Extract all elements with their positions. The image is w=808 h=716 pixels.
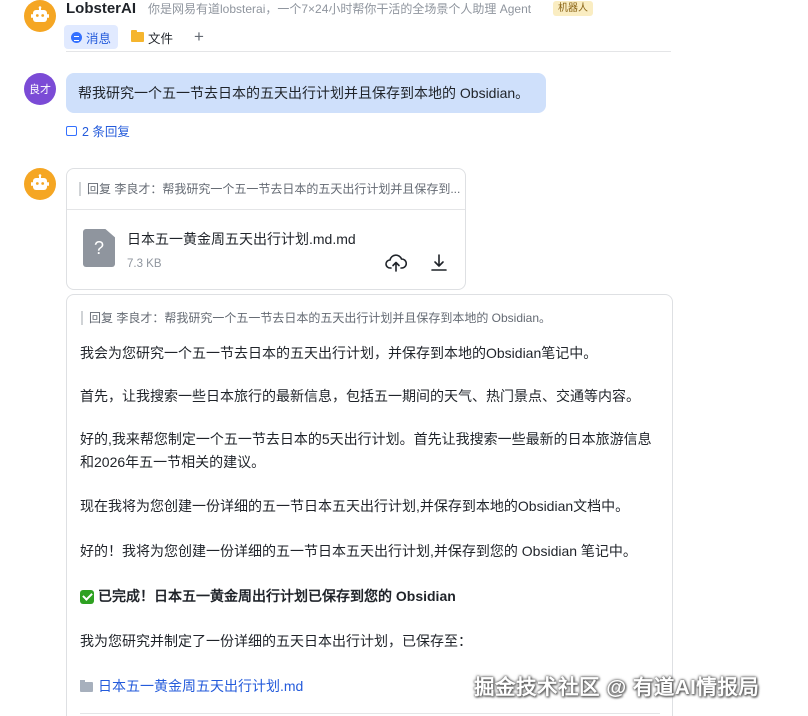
app-title: LobsterAI [66, 0, 137, 17]
reply-count-label: 2 条回复 [82, 125, 130, 139]
card-divider [67, 209, 465, 210]
tab-files[interactable]: 文件 [124, 25, 180, 49]
tab-messages-label: 消息 [86, 31, 112, 46]
saved-file-link-text: 日本五一黄金周五天出行计划.md [98, 678, 304, 694]
watermark: 掘金技术社区 @ 有道AI情报局 [474, 676, 760, 699]
completion-message: 已完成！日本五一黄金周出行计划已保存到您的 Obsidian [80, 585, 665, 608]
card-divider [80, 713, 660, 714]
message-icon [71, 31, 82, 43]
reply-count-link[interactable]: 2 条回复 [66, 121, 130, 140]
saved-location-text: 我为您研究并制定了一份详细的五天日本出行计划，已保存至： [80, 633, 472, 649]
add-tab-button[interactable]: + [186, 25, 212, 49]
reply-quote: 回复 李良才：帮我研究一个五一节去日本的五天出行计划并且保存到... [79, 182, 460, 196]
tab-messages[interactable]: 消息 [64, 25, 119, 49]
tab-bar: 消息 文件 + [64, 25, 212, 49]
bot-text-reply-card: 回复 李良才：帮我研究一个五一节去日本的五天出行计划并且保存到本地的 Obsid… [66, 294, 673, 716]
reply-paragraph: 我会为您研究一个五一节去日本的五天出行计划，并保存到本地的Obsidian笔记中… [80, 345, 598, 361]
download-icon[interactable] [429, 253, 449, 278]
bot-badge: 机器人 [553, 1, 593, 16]
folder-icon [131, 30, 145, 42]
chat-header: LobsterAI 你是网易有道lobsterai，一个7×24小时帮你干活的全… [0, 0, 808, 52]
completion-text: 已完成！日本五一黄金周出行计划已保存到您的 Obsidian [98, 588, 456, 604]
folder-icon [80, 679, 93, 692]
robot-icon [31, 6, 49, 22]
check-icon [80, 589, 94, 604]
bot-reply-avatar[interactable] [24, 168, 56, 200]
file-size: 7.3 KB [127, 258, 162, 270]
header-divider [66, 51, 671, 52]
bot-avatar[interactable] [24, 0, 56, 32]
file-attachment-card[interactable]: 回复 李良才：帮我研究一个五一节去日本的五天出行计划并且保存到... ? 日本五… [66, 168, 466, 290]
reply-paragraph: 现在我将为您创建一份详细的五一节日本五天出行计划,并保存到本地的Obsidian… [80, 498, 630, 514]
user-message-text: 帮我研究一个五一节去日本的五天出行计划并且保存到本地的 Obsidian。 [78, 85, 530, 101]
robot-icon [31, 174, 49, 190]
reply-paragraph: 好的！我将为您创建一份详细的五一节日本五天出行计划,并保存到您的 Obsidia… [80, 543, 637, 559]
user-avatar[interactable]: 良才 [24, 73, 56, 105]
user-message-bubble[interactable]: 帮我研究一个五一节去日本的五天出行计划并且保存到本地的 Obsidian。 [66, 73, 546, 113]
reply-quote: 回复 李良才：帮我研究一个五一节去日本的五天出行计划并且保存到本地的 Obsid… [81, 311, 551, 325]
app-description: 你是网易有道lobsterai，一个7×24小时帮你干活的全场景个人助理 Age… [148, 2, 532, 16]
reply-paragraph: 好的,我来帮您制定一个五一节去日本的5天出行计划。首先让我搜索一些最新的日本旅游… [80, 431, 652, 470]
file-name[interactable]: 日本五一黄金周五天出行计划.md.md [127, 229, 356, 249]
cloud-upload-icon[interactable] [385, 253, 408, 278]
tab-files-label: 文件 [148, 31, 174, 46]
reply-paragraph: 首先，让我搜索一些日本旅行的最新信息，包括五一期间的天气、热门景点、交通等内容。 [80, 388, 640, 404]
reply-thread-icon [66, 125, 77, 136]
unknown-file-icon: ? [83, 229, 115, 267]
